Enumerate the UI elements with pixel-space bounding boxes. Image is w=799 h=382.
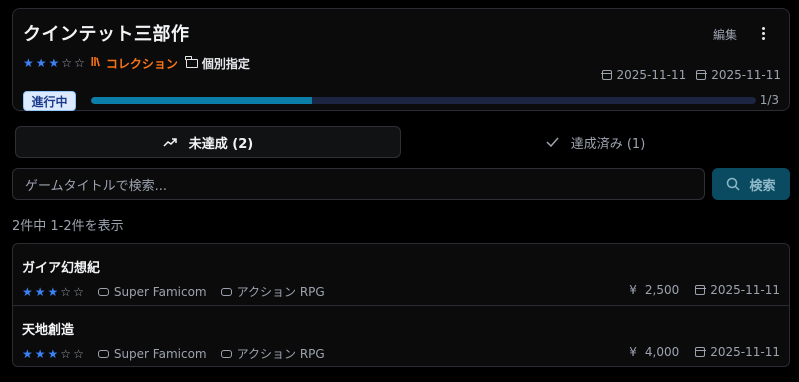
progress-bar-fill: [91, 97, 313, 104]
list-item[interactable]: 天地創造 ★ ★ ★ ☆ ☆ Super Famicom アクション RPG ¥…: [13, 305, 789, 366]
tab-completed-label: 達成済み (1): [570, 136, 646, 152]
star-filled-icon: ★: [35, 56, 47, 70]
app-root: クインテット三部作 編集 ★ ★ ★ ☆ ☆ コレクション 個別指定 2025-…: [0, 0, 799, 382]
star-filled-icon: ★: [22, 346, 33, 361]
edit-button[interactable]: 編集: [713, 26, 737, 43]
game-price: 4,000: [644, 345, 680, 359]
game-genre: アクション RPG: [220, 283, 325, 300]
gamepad-icon: [97, 349, 109, 358]
game-rating: ★ ★ ★ ☆ ☆: [22, 348, 84, 360]
game-date: 2025-11-11: [710, 283, 780, 297]
tab-incomplete-label: 未達成 (2): [188, 136, 254, 152]
tab-completed[interactable]: 達成済み (1): [401, 126, 790, 158]
progress-count: 1/3: [759, 93, 779, 107]
game-purchase-info: ¥ 2,500 2025-11-11: [629, 283, 780, 297]
calendar-icon: [695, 70, 707, 80]
gamepad-icon: [97, 287, 109, 296]
gamepad-icon: [220, 349, 232, 358]
calendar-icon: [601, 70, 612, 80]
platform-label: Super Famicom: [113, 346, 207, 361]
progress-bar: [91, 97, 756, 104]
game-meta: ★ ★ ★ ☆ ☆ Super Famicom アクション RPG: [22, 283, 325, 300]
calendar-icon: [694, 347, 706, 357]
star-filled-icon: ★: [47, 284, 59, 299]
collection-meta: ★ ★ ★ ☆ ☆ コレクション 個別指定: [23, 55, 250, 71]
check-icon: [546, 137, 559, 147]
search-button[interactable]: 検索: [712, 168, 790, 200]
achievement-tabs: 未達成 (2) 達成済み (1): [12, 126, 790, 158]
tab-incomplete[interactable]: 未達成 (2): [15, 126, 401, 158]
platform-label: Super Famicom: [113, 284, 207, 299]
more-options-icon[interactable]: [755, 24, 771, 42]
star-empty-icon: ☆: [74, 56, 85, 70]
search-button-label: 検索: [749, 178, 776, 194]
game-price: 2,500: [644, 283, 680, 297]
assignment-tag: 個別指定: [185, 55, 250, 72]
game-rating: ★ ★ ★ ☆ ☆: [22, 286, 84, 298]
gamepad-icon: [220, 287, 232, 296]
star-filled-icon: ★: [34, 284, 46, 299]
game-meta: ★ ★ ★ ☆ ☆ Super Famicom アクション RPG: [22, 345, 325, 362]
star-filled-icon: ★: [23, 56, 34, 70]
star-filled-icon: ★: [48, 56, 60, 70]
star-filled-icon: ★: [34, 346, 46, 361]
collection-title: クインテット三部作: [23, 24, 190, 45]
star-empty-icon: ☆: [60, 284, 72, 299]
star-empty-icon: ☆: [60, 346, 72, 361]
genre-label: アクション RPG: [236, 285, 325, 299]
result-count: 2件中 1-2件を表示: [12, 219, 124, 234]
star-empty-icon: ☆: [73, 284, 84, 299]
folder-icon: [185, 55, 198, 68]
calendar-icon: [694, 285, 706, 295]
collection-type-badge: コレクション: [91, 55, 178, 72]
collection-dates: 2025-11-11 2025-11-11: [601, 68, 781, 82]
updated-date-value: 2025-11-11: [711, 68, 781, 82]
created-date-value: 2025-11-11: [616, 68, 687, 82]
assignment-label: 個別指定: [201, 56, 250, 71]
yen-icon: ¥: [629, 345, 637, 359]
game-genre: アクション RPG: [220, 345, 325, 362]
game-platform: Super Famicom: [97, 346, 207, 361]
game-date: 2025-11-11: [710, 345, 780, 359]
library-icon: [91, 56, 102, 70]
collection-header-card: クインテット三部作 編集 ★ ★ ★ ☆ ☆ コレクション 個別指定 2025-…: [12, 8, 790, 111]
list-item[interactable]: ガイア幻想紀 ★ ★ ★ ☆ ☆ Super Famicom アクション RPG: [13, 244, 789, 305]
updated-date: 2025-11-11: [695, 68, 781, 82]
status-badge: 進行中: [23, 91, 76, 111]
genre-label: アクション RPG: [236, 347, 325, 361]
star-empty-icon: ☆: [73, 346, 84, 361]
collection-rating: ★ ★ ★ ☆ ☆: [23, 57, 85, 69]
trending-up-icon: [163, 137, 177, 147]
star-filled-icon: ★: [22, 284, 33, 299]
game-title[interactable]: 天地創造: [22, 319, 74, 338]
game-purchase-info: ¥ 4,000 2025-11-11: [629, 345, 780, 359]
game-title[interactable]: ガイア幻想紀: [22, 257, 100, 276]
created-date: 2025-11-11: [601, 68, 687, 82]
yen-icon: ¥: [629, 283, 637, 297]
star-filled-icon: ★: [47, 346, 59, 361]
star-empty-icon: ☆: [61, 56, 73, 70]
collection-type-label: コレクション: [105, 56, 178, 71]
game-list: ガイア幻想紀 ★ ★ ★ ☆ ☆ Super Famicom アクション RPG: [12, 243, 790, 367]
search-input[interactable]: ゲームタイトルで検索...: [12, 168, 705, 200]
game-platform: Super Famicom: [97, 284, 207, 299]
search-icon: [726, 177, 741, 191]
